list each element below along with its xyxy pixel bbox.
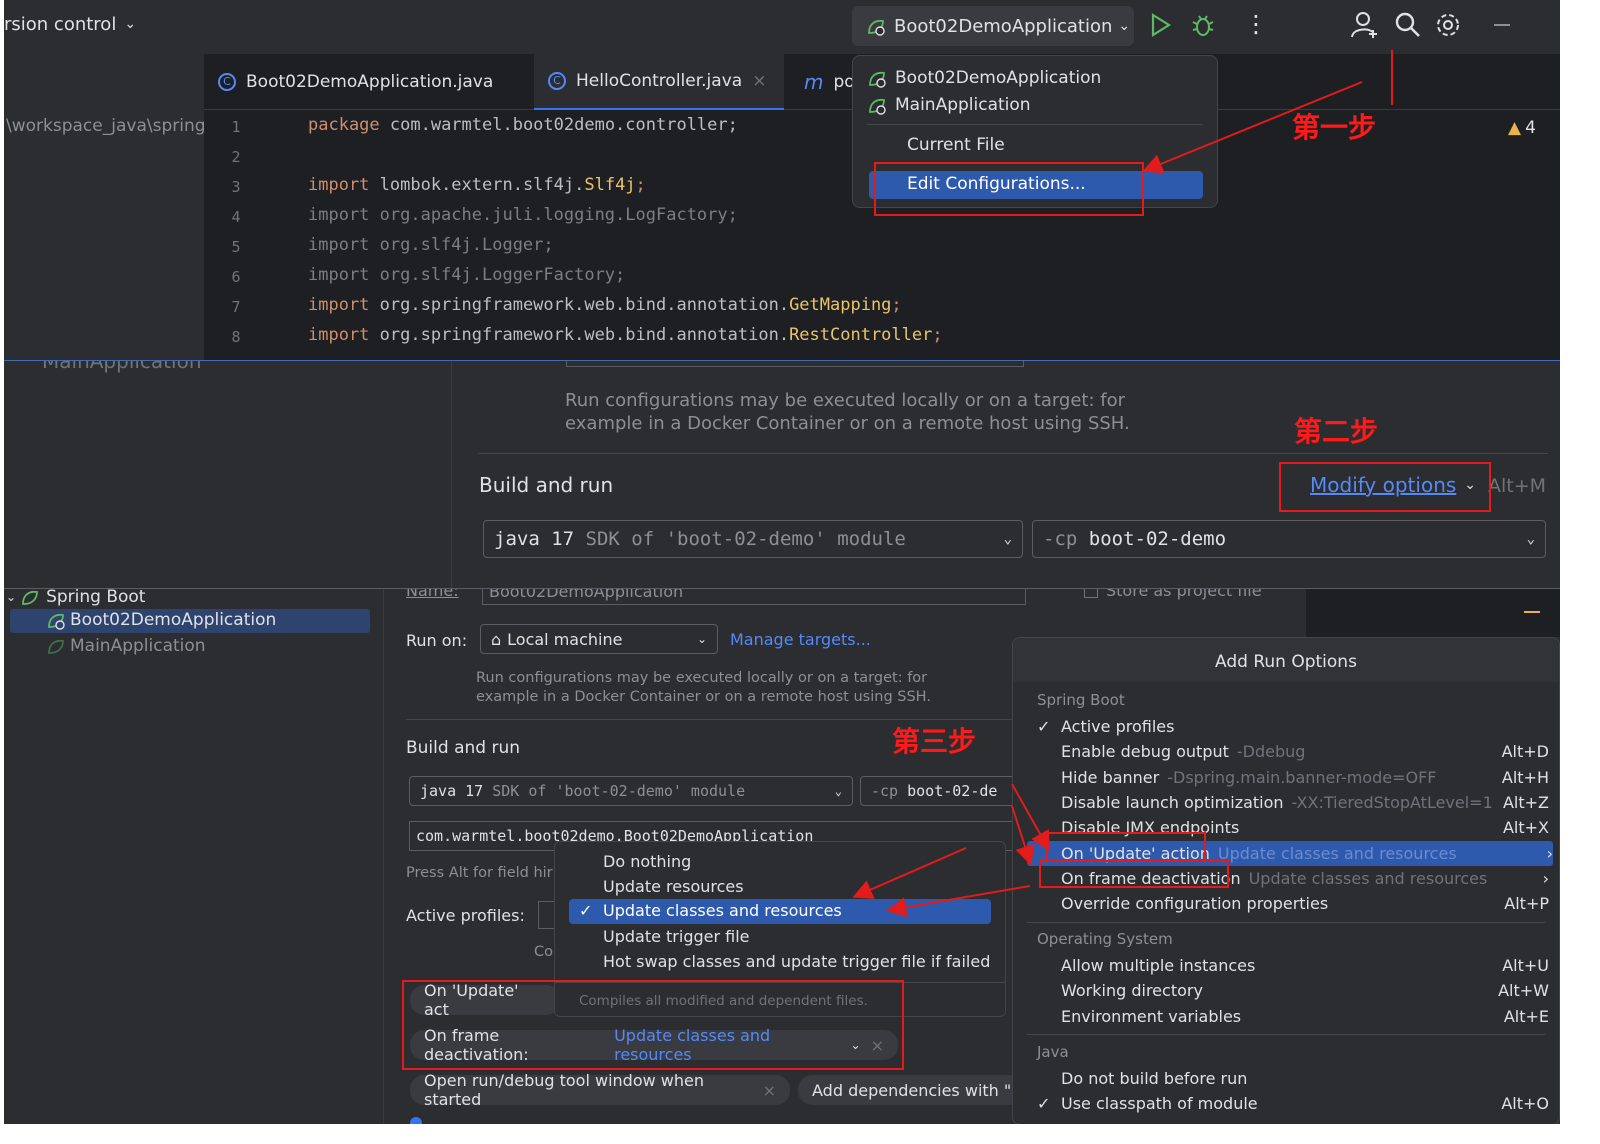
annotation-arrows — [852, 81, 1363, 918]
